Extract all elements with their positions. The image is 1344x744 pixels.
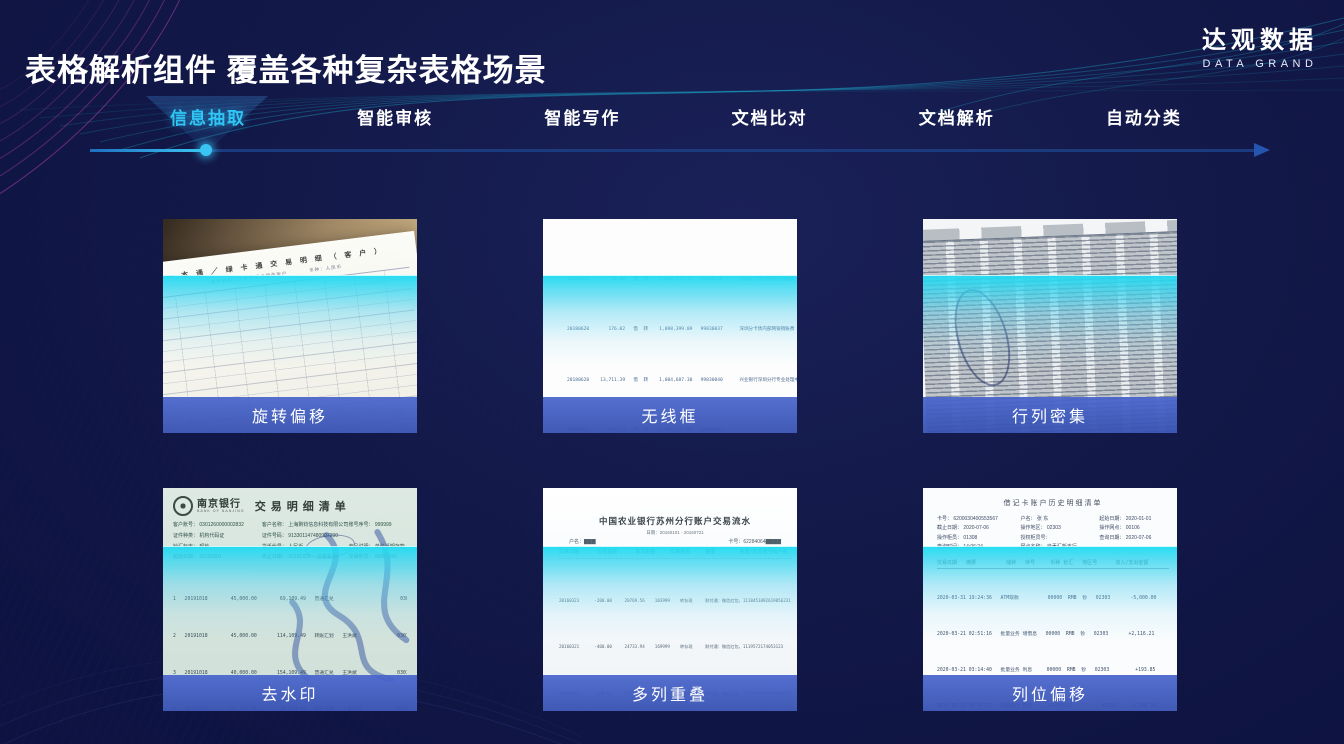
doc-text-row: 20180620 176.02 借 转 1,098,399.09 9983003… (567, 324, 797, 336)
doc-field: 操作柜员： 01308 (937, 534, 1021, 543)
card-number-field: 卡号：62284064▇▇▇▇ (728, 538, 781, 545)
doc-field: 账号序号： 999999 (348, 520, 407, 531)
sample-caption: 无线框 (543, 397, 797, 433)
sample-card-rotation-offset: 一 本 通 ／ 绿 卡 通 交 易 明 细 （ 客 户 ） 开户机构：人民币汇卡… (163, 219, 417, 433)
holder-field: 户名：▇▇▇ (569, 538, 596, 545)
doc-column-headers: 交易日期 摘要 储种 序号 币种 钞汇 地区号 收入/支出金额 余额 (937, 558, 1169, 569)
progress-arrow-icon (1254, 143, 1270, 157)
tab-auto-classify[interactable]: 自动分类 (1106, 104, 1182, 129)
doc-field: 产品说明： 单位活期存款 (348, 542, 407, 553)
doc-field: 卡号： 6200030400553567 (937, 515, 1021, 524)
doc-field-column: 起始日期： 2020-01-01 操作网点： 00106 查询日期： 2020-… (1099, 515, 1169, 552)
doc-field: 起始日期： 20191001 (173, 552, 262, 563)
doc-field: 户名： 张 东 (1021, 515, 1100, 524)
bank-name-en: BANK OF NANJING (197, 510, 245, 514)
sample-card-multicolumn-overlap: 中国农业银行苏州分行账户交易流水 日期：20160101 - 20160721 … (543, 488, 797, 711)
doc-field: 操作网点： 00106 (1099, 524, 1169, 533)
progress-line-rest-segment (206, 149, 1254, 152)
sample-caption: 多列重叠 (543, 675, 797, 711)
sample-caption: 列位偏移 (923, 675, 1177, 711)
doc-field: 查询时间： 14:06:24 (937, 543, 1021, 552)
sample-caption: 行列密集 (923, 397, 1177, 433)
sample-card-dense-grid: 行列密集 (923, 219, 1177, 433)
doc-header-fields: 卡号： 6200030400553567 截止日期： 2020-07-06 操作… (937, 515, 1169, 552)
doc-text-row: 20180620 13,711.39 借 转 1,084,687.30 9983… (567, 375, 797, 387)
doc-title: 交易明细清单 (245, 498, 361, 514)
sample-card-borderless-table: 20180613 50.00 借 转 1,098,577.11 99830126… (543, 219, 797, 433)
doc-header-fields: 客户账号： 0301260000002832 客户名称： 上海剩钧信息科技有限公… (173, 520, 407, 563)
bank-name-block: 南京银行 BANK OF NANJING (197, 499, 245, 514)
doc-title: 借记卡账户历史明细清单 (937, 498, 1169, 508)
doc-field: 操作地区： 02303 (1021, 524, 1100, 533)
doc-field: 钞汇标志： 现钞 (173, 542, 262, 553)
feature-tabs: 信息抽取 智能审核 智能写作 文档比对 文档解析 自动分类 (170, 104, 1182, 129)
doc-field: 起始日期： 2020-01-01 (1099, 515, 1169, 524)
page-title: 表格解析组件 覆盖各种复杂表格场景 (25, 45, 547, 90)
active-tab-indicator-dot (200, 144, 212, 156)
doc-field: 证件种类： 机构代码证 (173, 531, 262, 542)
sample-grid: 一 本 通 ／ 绿 卡 通 交 易 明 细 （ 客 户 ） 开户机构：人民币汇卡… (123, 203, 1217, 727)
doc-title: 中国农业银行苏州分行账户交易流水 (559, 515, 791, 527)
doc-text-row: 20160321 -400.00 24733.94 169999 转存现 财付通… (559, 643, 791, 652)
doc-subtitle: 日期：20160101 - 20160721 (559, 530, 791, 536)
slide-root: 表格解析组件 覆盖各种复杂表格场景 达观数据 DATA GRAND 信息抽取 智… (0, 0, 1344, 744)
doc-text-row: 2020-03-31 19:24:36 ATM取款 00000 RMB 钞 02… (937, 593, 1169, 605)
sample-caption: 去水印 (163, 675, 417, 711)
tab-smart-writing[interactable]: 智能写作 (544, 104, 620, 129)
bank-statement-header: 南京银行 BANK OF NANJING 交易明细清单 (173, 496, 407, 516)
bank-name-cn: 南京银行 (197, 499, 245, 510)
doc-field: 网点名称： 自贡汇新支行 (1021, 543, 1100, 552)
doc-text-row: 20180613 50.00 借 转 1,098,577.11 99830126… (567, 274, 797, 286)
doc-field: 客户账号： 0301260000002832 (173, 520, 262, 531)
doc-field: 交易柜员： 99957042 (348, 552, 407, 563)
tab-smart-review[interactable]: 智能审核 (357, 104, 433, 129)
doc-field: 授权柜员号： (1021, 534, 1100, 543)
doc-field: 截止日期： 2020-07-06 (937, 524, 1021, 533)
tab-info-extraction[interactable]: 信息抽取 (170, 104, 246, 129)
doc-field-column: 卡号： 6200030400553567 截止日期： 2020-07-06 操作… (937, 515, 1021, 552)
doc-field-column: 户名： 张 东 操作地区： 02303 授权柜员号： 网点名称： 自贡汇新支行 (1021, 515, 1100, 552)
progress-line-active-segment (90, 149, 206, 152)
doc-text-row: 2020-03-21 02:51:16 批量业务 增借息 00000 RMB 钞… (937, 629, 1169, 641)
doc-field (348, 531, 407, 542)
sample-card-watermark-removal: 南京银行 BANK OF NANJING 交易明细清单 客户账号： 030126… (163, 488, 417, 711)
doc-text-row: 20160323 -200.00 20769.56 103999 转存现 财付通… (559, 597, 791, 606)
doc-field: 客户名称： 上海剩钧信息科技有限公司 (262, 520, 349, 531)
logo-en-text: DATA GRAND (1202, 58, 1318, 70)
doc-field: 查询日期： 2020-07-06 (1099, 534, 1169, 543)
doc-text-row: 2 20191018 45,000.00 114,109.49 转账汇划 王洪斌… (173, 631, 407, 643)
doc-text-row: 1 20191018 45,000.00 69,109.49 普通汇兑 0301… (173, 594, 407, 606)
doc-column-headers: 交易日期 交易金额 本次余额 交易地点 摘要 用途/对方账号和户名 (559, 547, 791, 559)
datagrand-logo: 达观数据 DATA GRAND (1202, 20, 1318, 70)
doc-meta-line: 户名：▇▇▇ 卡号：62284064▇▇▇▇ (559, 538, 791, 545)
tab-doc-parsing[interactable]: 文档解析 (919, 104, 995, 129)
logo-cn-text: 达观数据 (1202, 20, 1318, 55)
tab-doc-compare[interactable]: 文档比对 (732, 104, 808, 129)
tabs-progress-line (90, 148, 1270, 152)
sample-caption: 旋转偏移 (163, 397, 417, 433)
bank-of-nanjing-logo-icon (173, 496, 193, 516)
sample-card-column-shift: 借记卡账户历史明细清单 卡号： 6200030400553567 截止日期： 2… (923, 488, 1177, 711)
